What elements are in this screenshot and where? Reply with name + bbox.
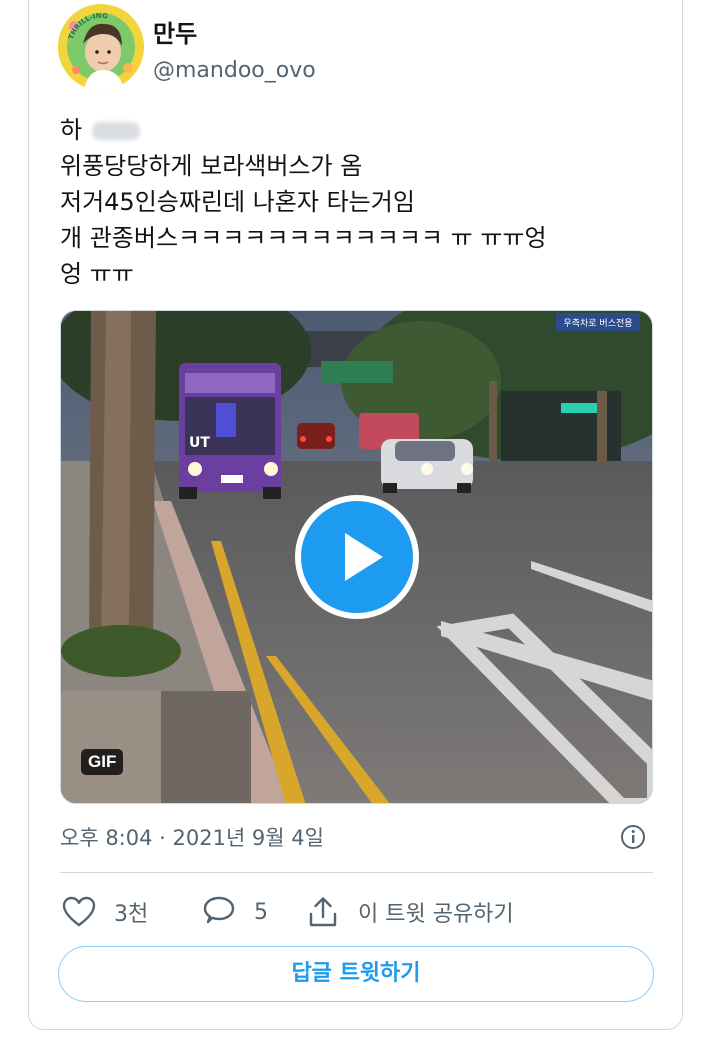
tweet-text: 하 위풍당당하게 보라색버스가 옴 저거45인승짜린데 나혼자 타는거임 개 관…	[60, 112, 650, 292]
share-label: 이 트윗 공유하기	[358, 902, 514, 927]
display-name[interactable]: 만두	[153, 14, 197, 49]
tweet-timestamp[interactable]: 오후 8:04 · 2021년 9월 4일	[60, 822, 324, 852]
media-gif[interactable]: 우측차로 버스전용 UT GIF	[60, 310, 653, 804]
divider	[60, 872, 653, 873]
play-icon	[345, 533, 383, 581]
info-icon[interactable]	[620, 824, 646, 850]
blurred-text	[92, 122, 141, 140]
tweet-line-text: 하	[60, 116, 83, 144]
avatar[interactable]: THRILL-ING	[58, 4, 144, 90]
share-button[interactable]: 이 트윗 공유하기	[306, 890, 514, 934]
bus-display-text: UT	[189, 435, 210, 451]
tweet-line: 엉 ㅠㅠ	[60, 260, 134, 288]
tweet-line: 저거45인승짜린데 나혼자 타는거임	[60, 188, 415, 216]
tweet-line: 개 관종버스ㅋㅋㅋㅋㅋㅋㅋㅋㅋㅋㅋㅋ ㅠ ㅠㅠ엉	[60, 224, 547, 252]
reply-tweet-button[interactable]: 답글 트윗하기	[58, 946, 654, 1002]
gif-badge: GIF	[81, 749, 124, 775]
heart-icon	[62, 896, 96, 927]
reply-count-button[interactable]: 5	[202, 890, 268, 934]
user-handle[interactable]: @mandoo_ovo	[153, 58, 316, 83]
tweet-line: 하	[60, 112, 650, 148]
share-icon	[309, 897, 337, 927]
play-button[interactable]	[295, 495, 419, 619]
like-button[interactable]: 3천	[62, 890, 148, 934]
road-sign-text: 우측차로 버스전용	[563, 317, 632, 329]
like-count: 3천	[114, 902, 149, 927]
tweet-line: 위풍당당하게 보라색버스가 옴	[60, 152, 363, 180]
comment-icon	[203, 896, 235, 924]
action-bar: 3천 5 이 트윗 공유하기	[60, 890, 653, 934]
reply-count: 5	[254, 899, 268, 925]
